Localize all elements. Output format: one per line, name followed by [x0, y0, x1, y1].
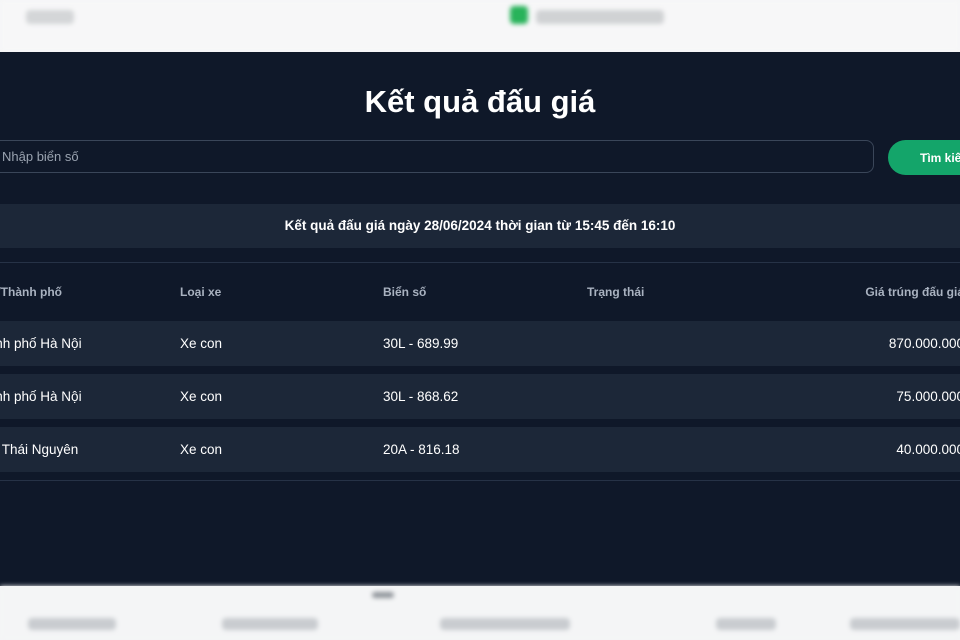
table-row: Thành phố Hà Nội Xe con 30L - 689.99 870…: [0, 321, 960, 366]
table-bottom-divider: [0, 480, 960, 481]
column-header-vehicle-type: Loại xe: [180, 285, 222, 299]
table-row: Tỉnh Thái Nguyên Xe con 20A - 816.18 40.…: [0, 427, 960, 472]
cell-plate: 20A - 816.18: [383, 442, 460, 457]
cell-province: Tỉnh Thái Nguyên: [0, 442, 79, 457]
auction-session-banner: Kết quả đấu giá ngày 28/06/2024 thời gia…: [0, 204, 960, 248]
search-button[interactable]: Tìm kiếm: [888, 140, 960, 175]
blurred-footer-item: [28, 618, 116, 630]
table-header-row: Tỉnh/Thành phố Loại xe Biển số Trạng thá…: [0, 263, 960, 321]
page-title: Kết quả đấu giá: [364, 84, 596, 119]
cell-vehicle-type: Xe con: [180, 336, 223, 351]
auction-results-panel: Kết quả đấu giá Tìm kiếm Kết quả đấu giá…: [0, 52, 960, 586]
blurred-footer-mark: [372, 592, 394, 598]
plate-search-input[interactable]: [0, 140, 874, 173]
cell-winning-price: 870.000.000: [888, 336, 960, 351]
blurred-nav-item: [26, 10, 74, 24]
table-row: Thành phố Hà Nội Xe con 30L - 868.62 75.…: [0, 374, 960, 419]
blurred-footer-item: [716, 618, 776, 630]
top-navigation-bar-blurred: [0, 0, 960, 52]
cell-plate: 30L - 868.62: [383, 389, 459, 404]
cell-winning-price: 40.000.000: [896, 442, 960, 457]
blurred-green-icon: [510, 6, 528, 24]
footer-blurred: [0, 586, 960, 640]
cell-province: Thành phố Hà Nội: [0, 336, 82, 351]
column-header-status: Trạng thái: [587, 285, 645, 299]
cell-winning-price: 75.000.000: [896, 389, 960, 404]
cell-plate: 30L - 689.99: [383, 336, 459, 351]
column-header-plate: Biển số: [383, 285, 427, 299]
column-header-province: Tỉnh/Thành phố: [0, 285, 62, 299]
column-header-winning-price: Giá trúng đấu giá: [865, 285, 960, 299]
blurred-footer-item: [222, 618, 318, 630]
cell-vehicle-type: Xe con: [180, 389, 223, 404]
blurred-footer-item: [850, 618, 960, 630]
cell-province: Thành phố Hà Nội: [0, 389, 82, 404]
cell-vehicle-type: Xe con: [180, 442, 223, 457]
blurred-footer-item: [440, 618, 570, 630]
blurred-nav-item: [536, 10, 664, 24]
results-table: Tỉnh/Thành phố Loại xe Biển số Trạng thá…: [0, 262, 960, 481]
